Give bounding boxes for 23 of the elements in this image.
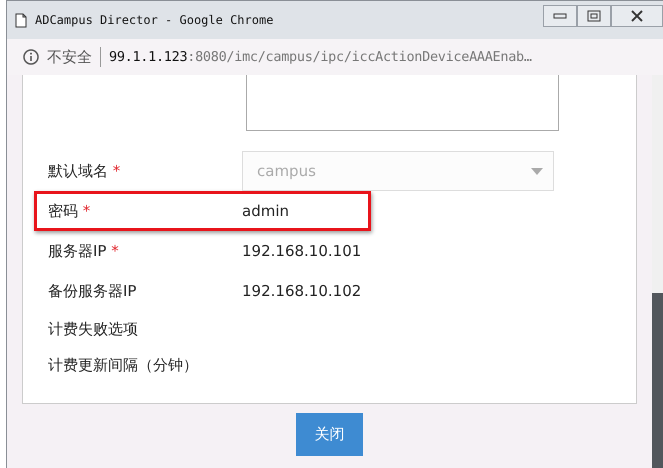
info-icon[interactable] [23,49,39,65]
page-icon [15,12,27,28]
scrollbar[interactable] [652,75,663,468]
minimize-icon [553,13,567,19]
field-value: 192.168.10.102 [242,282,362,300]
security-label: 不安全 [47,48,92,66]
field-label: 服务器IP * [48,242,120,260]
field-label: 密码 * [48,202,92,220]
close-dialog-button[interactable]: 关闭 [296,413,363,456]
close-button[interactable] [611,5,663,27]
url-text[interactable]: 99.1.1.123:8080/imc/campus/ipc/iccActionDeviceAAAEnab… [109,49,532,65]
restore-icon [587,10,601,22]
field-label: 计费失败选项 [48,320,139,338]
dropdown-icon [531,168,543,174]
field-value: 192.168.10.101 [242,242,362,260]
field-label: 备份服务器IP [48,282,138,300]
field-value: admin [242,202,289,220]
window-title: ADCampus Director - Google Chrome [35,13,274,27]
maximize-button[interactable] [577,5,611,27]
field-label: 默认域名 * [48,162,122,180]
field-label: 计费更新间隔（分钟） [48,356,199,374]
minimize-button[interactable] [543,5,577,27]
close-icon [630,10,644,22]
